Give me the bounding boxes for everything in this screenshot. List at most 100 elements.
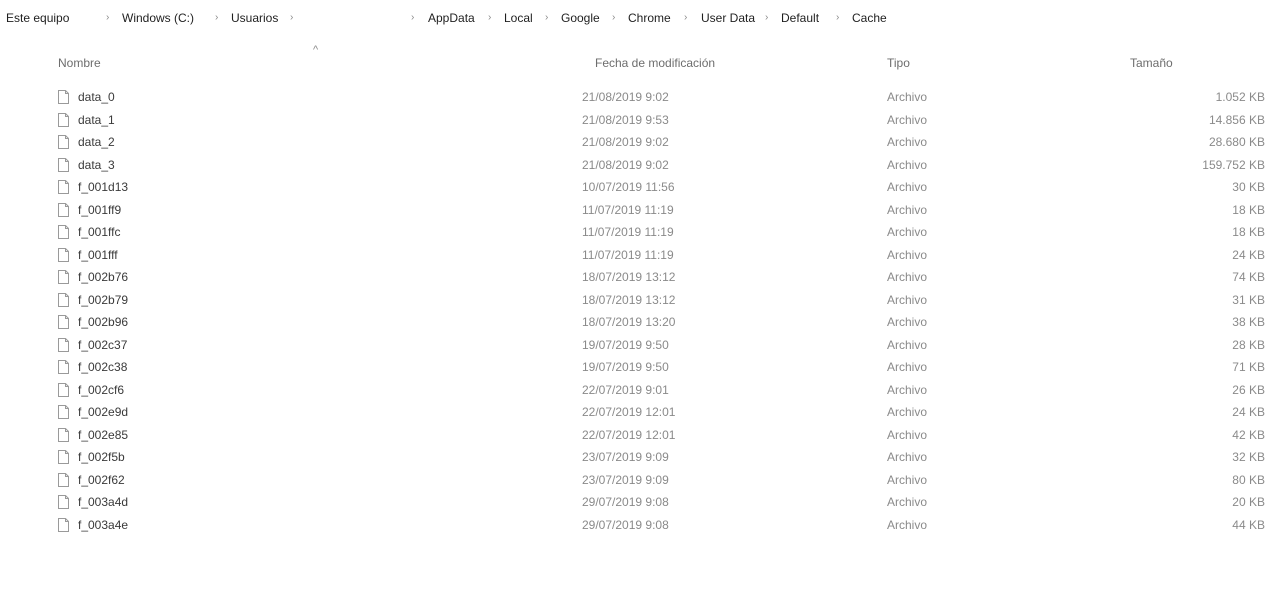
file-row[interactable]: f_002f62 23/07/2019 9:09 Archivo 80 KB [0,469,1275,492]
file-date: 18/07/2019 13:12 [582,270,676,284]
file-type: Archivo [887,337,928,352]
file-row[interactable]: f_002e85 22/07/2019 12:01 Archivo 42 KB [0,424,1275,447]
file-type: Archivo [887,450,928,464]
file-size: 38 KB [1232,315,1265,329]
breadcrumb-separator-icon[interactable]: › [684,12,687,23]
file-size: 80 KB [1232,472,1265,487]
file-size: 18 KB [1232,225,1265,239]
file-type: Archivo [887,225,928,239]
file-size: 18 KB [1232,202,1265,217]
file-icon [58,135,69,149]
file-name: data_2 [78,135,115,149]
breadcrumb-item-chrome[interactable]: Chrome [628,11,671,25]
file-row[interactable]: f_002c37 19/07/2019 9:50 Archivo 28 KB [0,334,1275,357]
file-name: f_001ffc [78,225,121,239]
file-type: Archivo [887,270,928,284]
column-header-name[interactable]: Nombre [58,56,101,70]
file-type: Archivo [887,315,928,329]
file-date: 22/07/2019 9:01 [582,382,669,397]
file-row[interactable]: data_3 21/08/2019 9:02 Archivo 159.752 KB [0,154,1275,177]
file-icon [58,202,69,217]
file-icon [58,292,69,307]
file-row[interactable]: f_001d13 10/07/2019 11:56 Archivo 30 KB [0,176,1275,199]
file-size: 44 KB [1232,517,1265,532]
breadcrumb-separator-icon[interactable]: › [290,12,293,23]
breadcrumb-item-windows-c[interactable]: Windows (C:) [122,11,194,25]
file-date: 22/07/2019 12:01 [582,405,676,419]
breadcrumb-item-usuarios[interactable]: Usuarios [231,11,278,25]
file-row[interactable]: f_002cf6 22/07/2019 9:01 Archivo 26 KB [0,379,1275,402]
file-type: Archivo [887,112,928,127]
file-icon [58,495,69,509]
file-row[interactable]: f_002b96 18/07/2019 13:20 Archivo 38 KB [0,311,1275,334]
file-type: Archivo [887,517,928,532]
file-icon [58,90,69,104]
file-type: Archivo [887,247,928,262]
file-size: 31 KB [1232,292,1265,307]
file-type: Archivo [887,382,928,397]
file-size: 32 KB [1232,450,1265,464]
file-name: f_002f62 [78,472,125,487]
file-size: 74 KB [1232,270,1265,284]
breadcrumb-item-user-data[interactable]: User Data [701,11,755,25]
file-date: 19/07/2019 9:50 [582,360,669,374]
breadcrumb-separator-icon[interactable]: › [836,12,839,23]
file-size: 14.856 KB [1208,112,1265,127]
file-row[interactable]: f_002f5b 23/07/2019 9:09 Archivo 32 KB [0,446,1275,469]
breadcrumb-separator-icon[interactable]: › [411,12,414,23]
breadcrumb-item-local[interactable]: Local [504,11,533,25]
file-name: f_001d13 [78,180,129,194]
sort-ascending-icon: ^ [313,44,319,56]
file-name: f_002cf6 [78,382,125,397]
breadcrumb-item-default[interactable]: Default [781,11,819,25]
file-row[interactable]: f_002b79 18/07/2019 13:12 Archivo 31 KB [0,289,1275,312]
file-type: Archivo [887,405,928,419]
file-name: f_001ff9 [78,202,122,217]
file-date: 23/07/2019 9:09 [582,450,669,464]
column-header-size[interactable]: Tamaño [1130,56,1173,70]
breadcrumb-separator-icon[interactable]: › [488,12,491,23]
file-name: data_1 [78,112,115,127]
file-size: 28.680 KB [1208,135,1265,149]
breadcrumb-separator-icon[interactable]: › [106,12,109,23]
file-row[interactable]: f_002e9d 22/07/2019 12:01 Archivo 24 KB [0,401,1275,424]
file-row[interactable]: f_002c38 19/07/2019 9:50 Archivo 71 KB [0,356,1275,379]
file-row[interactable]: data_1 21/08/2019 9:53 Archivo 14.856 KB [0,109,1275,132]
file-icon [58,382,69,397]
file-name: data_3 [78,157,115,172]
file-size: 159.752 KB [1202,157,1265,172]
breadcrumb-separator-icon[interactable]: › [545,12,548,23]
breadcrumb-item-este-equipo[interactable]: Este equipo [6,11,69,25]
file-date: 18/07/2019 13:12 [582,292,676,307]
breadcrumb-item-appdata[interactable]: AppData [428,11,475,25]
file-row[interactable]: f_002b76 18/07/2019 13:12 Archivo 74 KB [0,266,1275,289]
breadcrumb-separator-icon[interactable]: › [215,12,218,23]
breadcrumb-separator-icon[interactable]: › [612,12,615,23]
file-type: Archivo [887,180,928,194]
column-header-date[interactable]: Fecha de modificación [595,56,715,70]
file-row[interactable]: f_001ffc 11/07/2019 11:19 Archivo 18 KB [0,221,1275,244]
file-row[interactable]: f_003a4e 29/07/2019 9:08 Archivo 44 KB [0,514,1275,537]
breadcrumb-separator-icon[interactable]: › [765,12,768,23]
breadcrumb-item-cache[interactable]: Cache [852,11,887,25]
file-row[interactable]: f_001fff 11/07/2019 11:19 Archivo 24 KB [0,244,1275,267]
file-type: Archivo [887,495,928,509]
file-date: 11/07/2019 11:19 [582,247,674,262]
file-date: 23/07/2019 9:09 [582,472,669,487]
file-icon [58,517,69,532]
file-row[interactable]: data_2 21/08/2019 9:02 Archivo 28.680 KB [0,131,1275,154]
breadcrumb-item-google[interactable]: Google [561,11,600,25]
file-date: 19/07/2019 9:50 [582,337,669,352]
file-size: 24 KB [1232,247,1265,262]
file-size: 24 KB [1232,405,1265,419]
column-header-type[interactable]: Tipo [887,56,910,70]
file-icon [58,360,69,374]
file-icon [58,337,69,352]
file-row[interactable]: f_001ff9 11/07/2019 11:19 Archivo 18 KB [0,199,1275,222]
file-row[interactable]: f_003a4d 29/07/2019 9:08 Archivo 20 KB [0,491,1275,514]
file-icon [58,270,69,284]
file-icon [58,247,69,262]
file-row[interactable]: data_0 21/08/2019 9:02 Archivo 1.052 KB [0,86,1275,109]
file-name: f_002e85 [78,427,129,442]
file-type: Archivo [887,90,928,104]
